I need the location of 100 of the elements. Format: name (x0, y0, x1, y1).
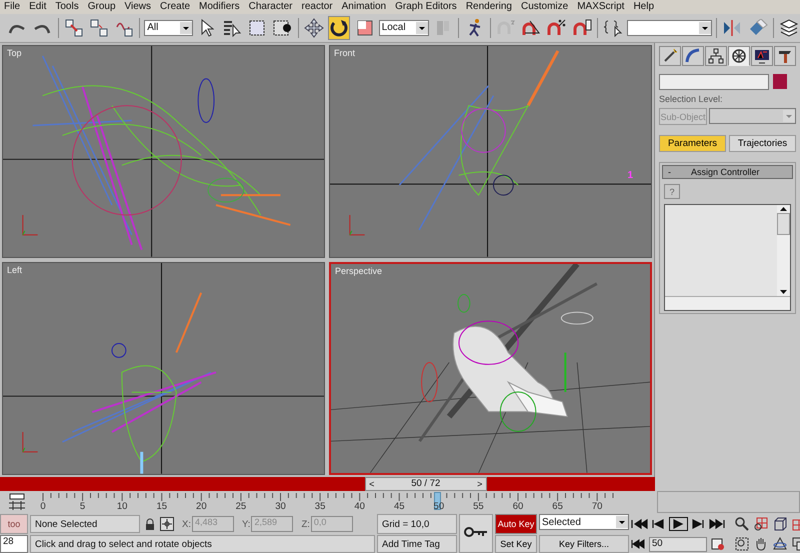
menu-item[interactable]: Customize (520, 1, 568, 12)
menu-item[interactable]: Group (88, 1, 116, 12)
vertical-scrollbar[interactable] (777, 205, 790, 296)
viewport-marker: 1 (627, 170, 633, 182)
help-button[interactable]: ? (664, 184, 680, 200)
panel-mode-button[interactable]: Parameters (659, 135, 726, 152)
frame-number: 45 (392, 500, 406, 512)
frame-number: 20 (195, 500, 208, 512)
go-to-end-icon[interactable] (709, 518, 726, 530)
eraser-icon (748, 18, 768, 37)
key-icon (464, 526, 488, 538)
frame-number: 10 (116, 500, 128, 512)
frame-number: 30 (274, 500, 287, 512)
panel-tab[interactable] (682, 46, 704, 66)
panel-tab[interactable] (751, 46, 773, 66)
time-config-icon[interactable] (711, 537, 725, 551)
frame-number: 50 (432, 500, 446, 512)
menu-item[interactable]: Animation (342, 1, 386, 12)
track-view-icon[interactable] (8, 492, 26, 510)
go-to-start-icon[interactable] (631, 518, 648, 530)
key-mode-toggle-icon[interactable] (631, 539, 645, 549)
frame-number: 60 (512, 500, 524, 512)
hammer-icon (777, 48, 793, 64)
selection-level-label: Selection Level: (659, 94, 724, 104)
rollout-header[interactable]: - Assign Controller (662, 165, 793, 180)
play-icon[interactable] (669, 517, 688, 531)
menu-item[interactable]: Help (633, 1, 654, 12)
frame-number: 25 (234, 500, 248, 512)
controller-list[interactable] (664, 204, 791, 312)
previous-frame-button[interactable]: < (366, 478, 378, 488)
hand-icon[interactable] (754, 537, 768, 551)
panel-tab[interactable] (728, 46, 750, 66)
viewport[interactable]: Left (2, 262, 325, 474)
viewport[interactable]: Front 1 (329, 45, 652, 258)
set-key-button[interactable]: Set Key (495, 535, 537, 553)
y-label: Y: (242, 518, 250, 530)
zoom-icon[interactable] (735, 517, 749, 531)
magnet-icon (496, 18, 516, 37)
zoom-all-icon[interactable] (754, 517, 768, 531)
region-zoom-icon[interactable] (735, 537, 749, 551)
panel-mode-button[interactable]: Trajectories (729, 135, 796, 152)
orbit-icon[interactable] (773, 537, 787, 551)
key-filters-button[interactable]: Key Filters... (539, 535, 629, 553)
viewport-label[interactable]: Top (7, 48, 22, 58)
viewport[interactable]: Perspective (329, 262, 652, 474)
menu-item[interactable]: reactor (302, 1, 333, 12)
set-key-large-button[interactable] (459, 514, 493, 553)
sub-object-dropdown[interactable] (709, 108, 796, 124)
magnet-percent-icon (546, 18, 566, 37)
spinner-field[interactable]: 28 (0, 535, 28, 553)
frame-number: 65 (551, 500, 564, 512)
add-time-tag-button[interactable]: Add Time Tag (377, 535, 457, 553)
monitor-icon (754, 48, 770, 64)
selection-filter-dropdown[interactable]: All (144, 20, 193, 36)
panel-tab[interactable] (659, 46, 681, 66)
object-name-field[interactable] (659, 74, 769, 90)
list-cursor-icon (223, 18, 242, 37)
listener-button[interactable]: too (0, 514, 28, 534)
frame-number: 0 (39, 500, 47, 512)
viewport-label[interactable]: Left (7, 264, 22, 275)
lock-icon[interactable] (145, 518, 155, 530)
viewport-label[interactable]: Front (334, 48, 356, 58)
linked-squares-icon (64, 18, 83, 37)
menu-item[interactable]: File (4, 1, 20, 12)
viewport-label[interactable]: Perspective (335, 266, 382, 276)
cube-icon[interactable] (773, 517, 787, 531)
horizontal-scrollbar[interactable] (665, 296, 790, 310)
z-label: Z: (301, 518, 310, 530)
magnet-angle-icon (521, 18, 542, 37)
crosshair-box-icon[interactable] (160, 517, 174, 531)
frame-number: 40 (353, 500, 366, 512)
auto-key-button[interactable]: Auto Key (495, 514, 537, 534)
menu-item[interactable]: Character (248, 1, 293, 12)
wand-icon (662, 48, 678, 64)
time-slider-track[interactable]: < 50 / 72 > (0, 476, 655, 490)
coordinate-system-dropdown[interactable]: Local (378, 20, 430, 36)
move-button[interactable] (302, 16, 326, 40)
menu-item[interactable]: MAXScript (577, 1, 624, 12)
panel-tab[interactable] (774, 46, 796, 66)
menu-item[interactable]: Modifiers (199, 1, 240, 12)
panel-tab[interactable] (705, 46, 727, 66)
frame-number: 70 (590, 500, 604, 512)
time-slider-thumb[interactable]: < 50 / 72 > (364, 476, 487, 490)
curve-icon (685, 48, 701, 64)
menu-item[interactable]: Edit (29, 1, 46, 12)
next-frame-button[interactable]: > (474, 478, 486, 488)
rotate-button[interactable] (328, 16, 350, 40)
current-frame-field[interactable]: 50 (649, 536, 707, 552)
viewport[interactable]: Top (2, 45, 325, 258)
rollout-toggle[interactable]: - (668, 167, 671, 178)
named-selection-dropdown[interactable] (626, 20, 712, 36)
time-slider-label: 50 / 72 (410, 478, 442, 489)
menu-item[interactable]: Tools (55, 1, 79, 12)
menu-item[interactable]: Create (160, 1, 190, 12)
menu-item[interactable]: Rendering (466, 1, 512, 12)
frame-number: 15 (155, 500, 168, 512)
menu-item[interactable]: Graph Editors (395, 1, 457, 12)
object-color-swatch[interactable] (773, 74, 787, 90)
menu-item[interactable]: Views (124, 1, 152, 12)
key-mode-dropdown[interactable]: Selected (539, 514, 629, 530)
